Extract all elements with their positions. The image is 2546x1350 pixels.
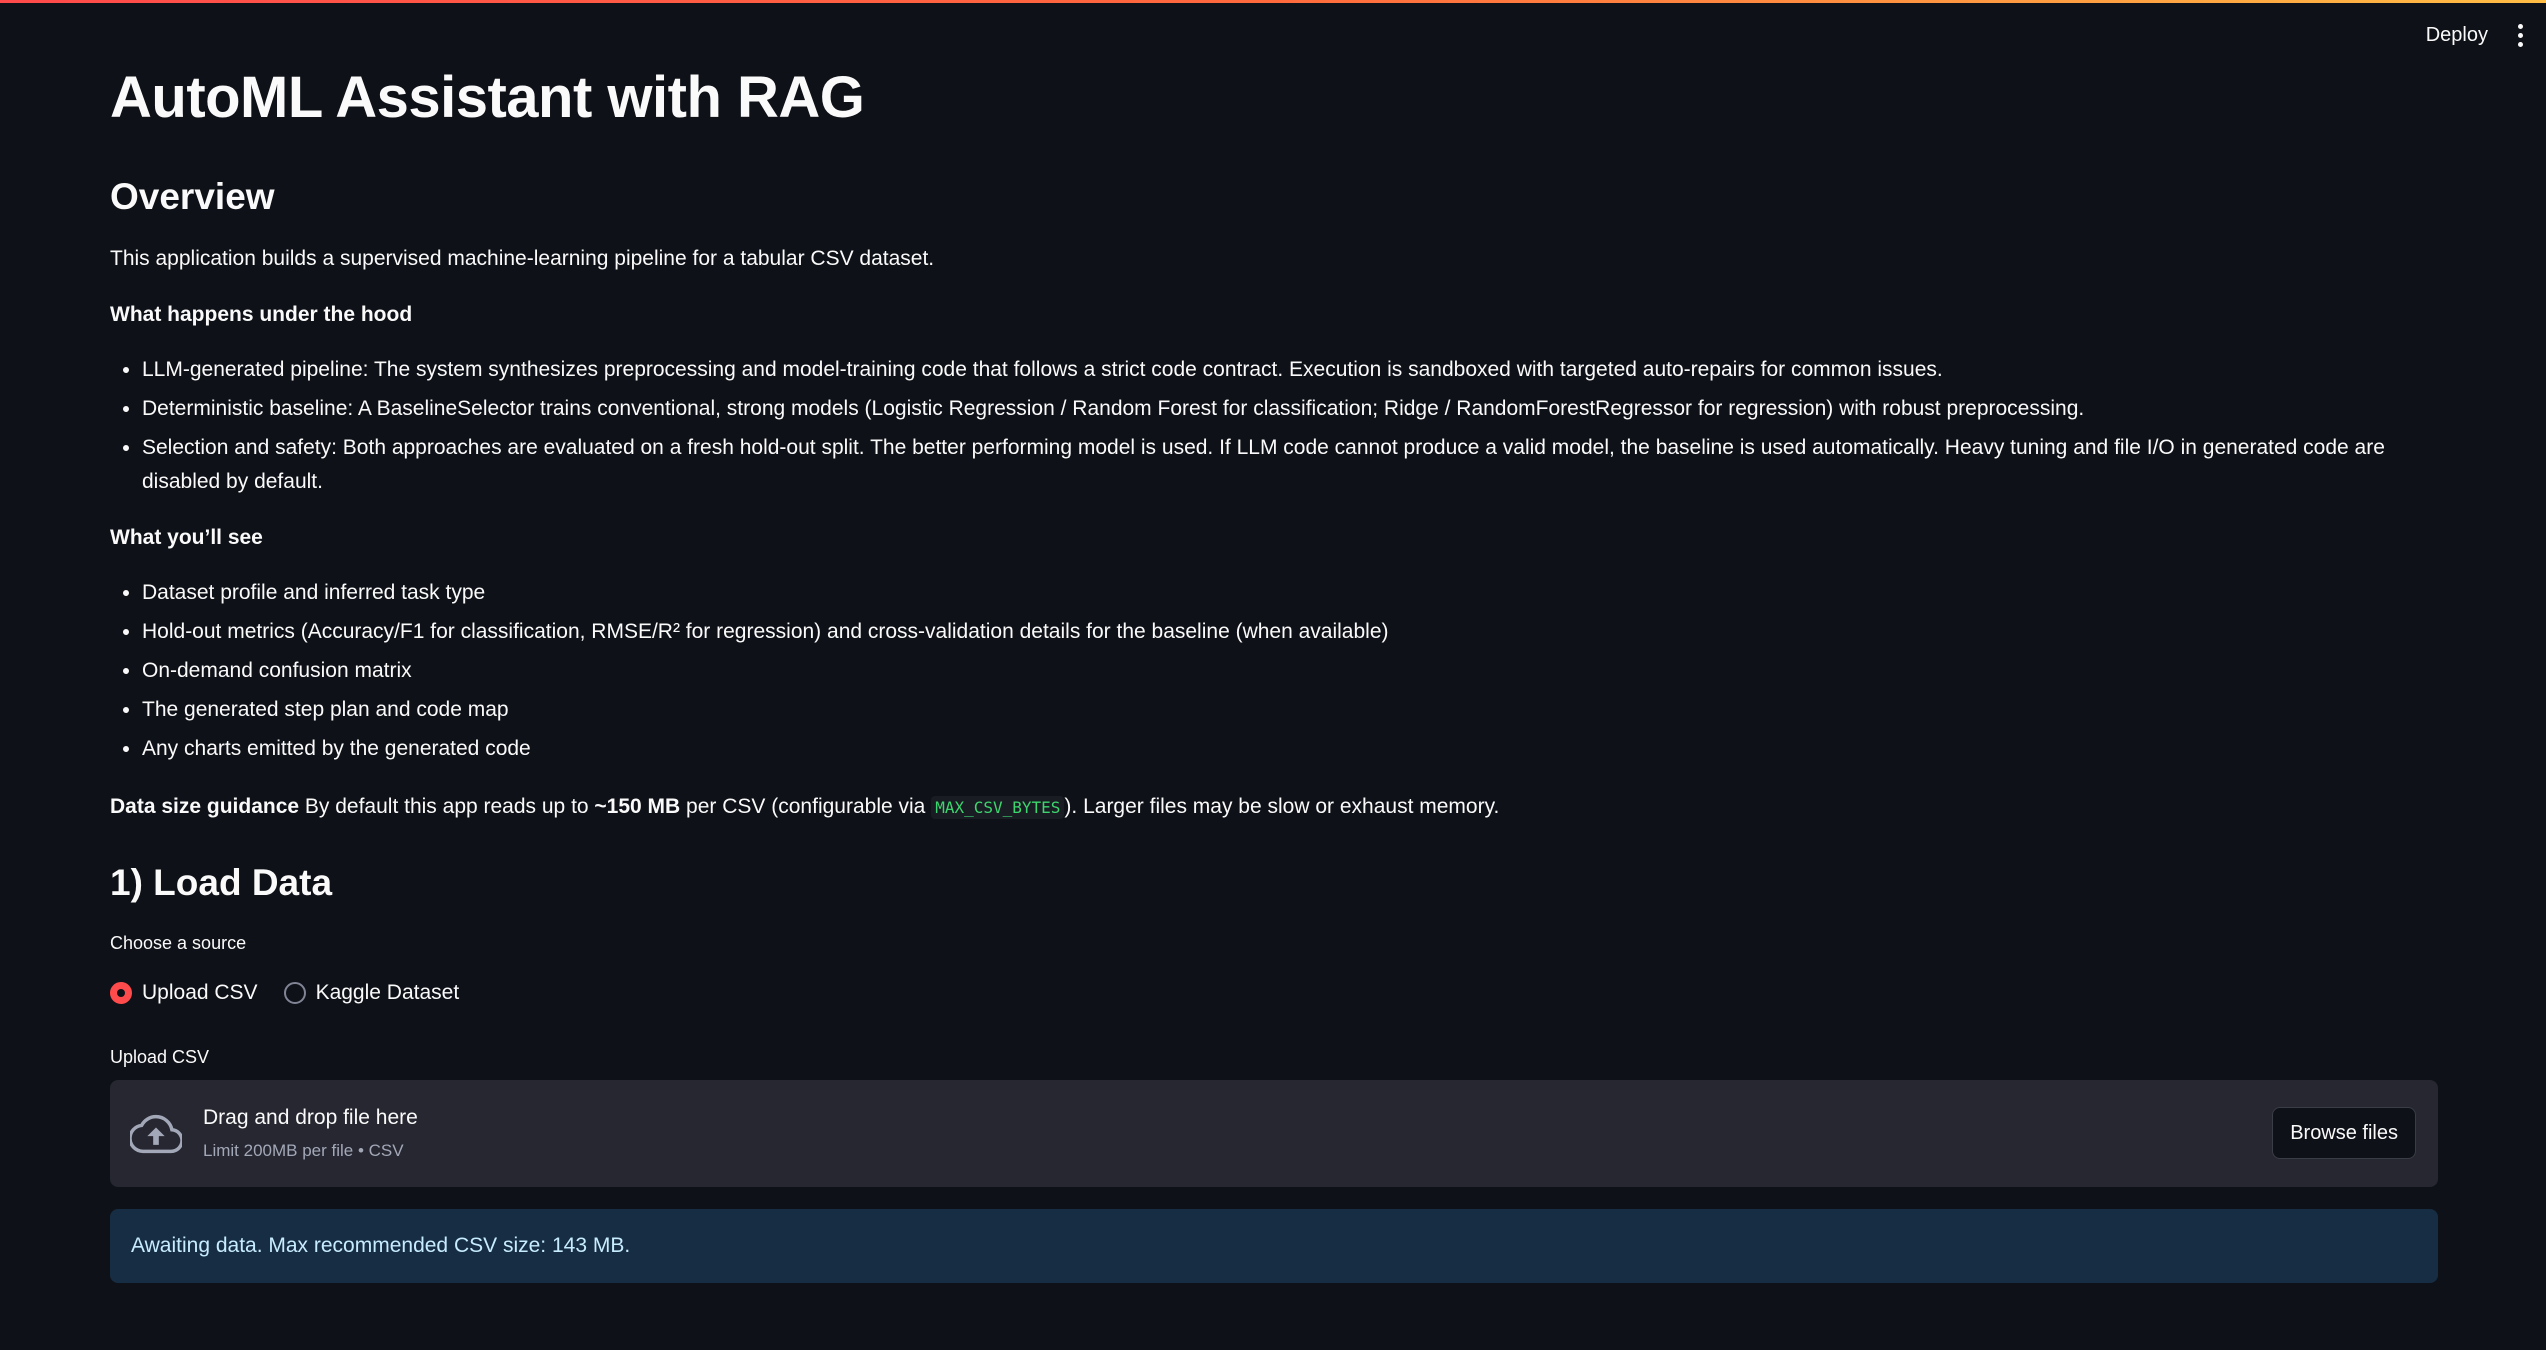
list-item: Hold-out metrics (Accuracy/F1 for classi… bbox=[142, 615, 2442, 649]
under-hood-list: LLM-generated pipeline: The system synth… bbox=[110, 353, 2442, 504]
list-item: LLM-generated pipeline: The system synth… bbox=[142, 353, 2442, 387]
top-decoration-bar bbox=[0, 0, 2546, 3]
upload-label: Upload CSV bbox=[110, 1047, 210, 1067]
overview-intro: This application builds a supervised mac… bbox=[110, 247, 935, 270]
dropzone-subtitle: Limit 200MB per file • CSV bbox=[203, 1141, 404, 1160]
what-you-see-heading: What you’ll see bbox=[110, 526, 263, 549]
radio-selected-icon[interactable] bbox=[110, 982, 132, 1004]
header-toolbar: Deploy bbox=[2426, 24, 2524, 47]
radio-upload-csv[interactable]: Upload CSV bbox=[110, 981, 258, 1005]
page-title: AutoML Assistant with RAG bbox=[110, 65, 865, 130]
source-radio-group: Upload CSV Kaggle Dataset bbox=[110, 981, 459, 1005]
info-alert: Awaiting data. Max recommended CSV size:… bbox=[110, 1209, 2438, 1283]
load-data-heading: 1) Load Data bbox=[110, 862, 333, 903]
radio-label: Kaggle Dataset bbox=[315, 981, 460, 1004]
radio-unselected-icon[interactable] bbox=[283, 982, 306, 1004]
data-size-guidance: Data size guidance By default this app r… bbox=[110, 792, 1499, 823]
overview-heading: Overview bbox=[110, 176, 275, 217]
guidance-label: Data size guidance bbox=[110, 795, 300, 818]
what-you-see-list: Dataset profile and inferred task type H… bbox=[110, 576, 2442, 771]
source-label: Choose a source bbox=[110, 933, 247, 953]
info-message: Awaiting data. Max recommended CSV size:… bbox=[131, 1234, 631, 1257]
list-item: Any charts emitted by the generated code bbox=[142, 732, 2442, 766]
list-item: Dataset profile and inferred task type bbox=[142, 576, 2442, 610]
list-item: The generated step plan and code map bbox=[142, 693, 2442, 727]
kebab-menu-icon[interactable] bbox=[2516, 24, 2524, 47]
guidance-text: ). Larger files may be slow or exhaust m… bbox=[1064, 795, 1500, 818]
radio-kaggle-dataset[interactable]: Kaggle Dataset bbox=[283, 981, 460, 1005]
deploy-button[interactable]: Deploy bbox=[2426, 24, 2488, 47]
under-hood-heading: What happens under the hood bbox=[110, 303, 413, 326]
guidance-text: By default this app reads up to bbox=[299, 795, 595, 818]
cloud-upload-icon bbox=[130, 1114, 182, 1154]
guidance-size: ~150 MB bbox=[594, 795, 681, 818]
list-item: Deterministic baseline: A BaselineSelect… bbox=[142, 392, 2442, 426]
file-dropzone[interactable]: Drag and drop file here Limit 200MB per … bbox=[110, 1080, 2438, 1187]
dropzone-title: Drag and drop file here bbox=[203, 1106, 418, 1129]
list-item: On-demand confusion matrix bbox=[142, 654, 2442, 688]
guidance-text: per CSV (configurable via bbox=[680, 795, 932, 818]
env-var-code: MAX_CSV_BYTES bbox=[931, 796, 1065, 819]
radio-label: Upload CSV bbox=[142, 981, 258, 1004]
list-item: Selection and safety: Both approaches ar… bbox=[142, 431, 2442, 499]
browse-files-button[interactable]: Browse files bbox=[2272, 1107, 2416, 1159]
